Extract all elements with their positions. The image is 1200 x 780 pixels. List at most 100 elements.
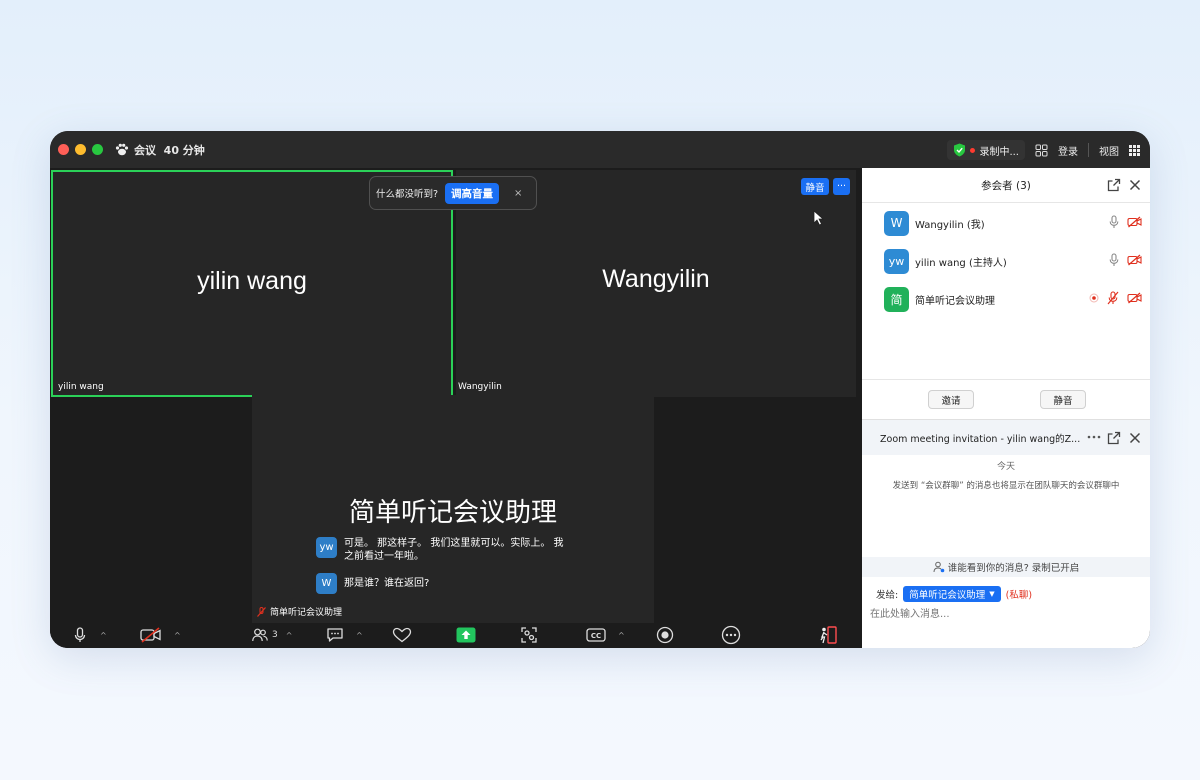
tile-mute-button[interactable]: 静音: [801, 178, 829, 195]
participants-title: 参会者 (3): [981, 179, 1031, 192]
participant-avatar: 简: [884, 286, 909, 312]
microphone-icon[interactable]: [74, 627, 86, 643]
heart-icon[interactable]: [392, 627, 412, 643]
meeting-toolbar: ^ ^ 3 ^ ^ CC ^: [50, 623, 862, 648]
closed-captions-icon[interactable]: CC: [586, 628, 606, 642]
send-to-row: 发给: 简单听记会议助理 ▼ (私聊): [876, 586, 1032, 602]
share-screen-control[interactable]: [456, 624, 476, 646]
chat-privacy-text: 谁能看到你的消息? 录制已开启: [947, 563, 1080, 574]
leave-meeting-icon[interactable]: [818, 626, 838, 644]
leave-control[interactable]: [818, 624, 838, 646]
microphone-icon[interactable]: [1109, 215, 1119, 229]
audio-control[interactable]: ^: [74, 624, 107, 646]
grid-view-icon[interactable]: [1129, 144, 1140, 156]
caret-up-icon[interactable]: ^: [356, 631, 363, 640]
chat-message-input[interactable]: [870, 604, 1140, 624]
participant-row[interactable]: 简 简单听记会议助理: [884, 286, 1142, 312]
video-off-icon[interactable]: [1127, 254, 1142, 266]
participants-control[interactable]: 3 ^: [252, 624, 292, 646]
tile-more-button[interactable]: ···: [833, 178, 850, 195]
increase-volume-button[interactable]: 调高音量: [445, 182, 500, 204]
apps-grid-icon[interactable]: [520, 626, 538, 644]
caret-up-icon[interactable]: ^: [286, 631, 293, 640]
video-off-icon[interactable]: [1127, 216, 1142, 228]
participant-row-wangyilin[interactable]: [884, 341, 1142, 367]
participant-row[interactable]: yw yilin wang (主持人): [884, 248, 1142, 274]
video-off-icon[interactable]: [1127, 292, 1142, 304]
chat-control[interactable]: ^: [326, 624, 363, 646]
muted-mic-icon: [257, 606, 266, 617]
video-control[interactable]: ^: [140, 624, 181, 646]
video-tile-assistant[interactable]: 简单听记会议助理 yw 可是。 那这样子。 我们这里就可以。实际上。 我 之前看…: [252, 395, 654, 623]
tooltip-close-button[interactable]: ×: [514, 188, 522, 199]
more-control[interactable]: [721, 624, 741, 646]
private-tag: (私聊): [1005, 590, 1033, 601]
chat-icon[interactable]: [326, 627, 344, 643]
caret-up-icon[interactable]: ^: [618, 631, 625, 640]
participant-avatar: yw: [884, 248, 909, 274]
recording-label: 录制中...: [979, 146, 1019, 158]
participants-header: 参会者 (3): [862, 168, 1150, 203]
chevron-down-icon: ▼: [989, 590, 995, 598]
muted-microphone-icon[interactable]: [1107, 291, 1119, 305]
more-icon[interactable]: [721, 625, 741, 645]
pop-out-icon[interactable]: [1107, 431, 1121, 445]
send-to-label: 发给:: [876, 590, 899, 601]
caret-up-icon[interactable]: ^: [100, 631, 107, 640]
tooltip-question: 什么都没听到?: [376, 189, 439, 200]
chat-note: 发送到 “会议群聊” 的消息也将显示在团队聊天的会议群聊中: [892, 481, 1120, 491]
close-window-button[interactable]: [58, 144, 69, 155]
audio-tooltip: 什么都没听到? 调高音量 ×: [369, 176, 537, 210]
microphone-icon[interactable]: [1109, 253, 1119, 267]
chat-date: 今天: [996, 462, 1015, 472]
chat-title: Zoom meeting invitation - yilin wang的Z..…: [880, 433, 1081, 445]
tile-display-name: 简单听记会议助理: [348, 497, 557, 527]
minimize-window-button[interactable]: [75, 144, 86, 155]
caption-avatar: W: [316, 573, 337, 594]
apps-control[interactable]: [520, 624, 538, 646]
svg-text:CC: CC: [591, 632, 601, 640]
caret-up-icon[interactable]: ^: [174, 631, 181, 640]
time-left: 40 分钟: [163, 144, 205, 157]
tile-name-label: yilin wang: [58, 382, 104, 392]
captions-control[interactable]: CC ^: [586, 624, 625, 646]
video-stage: yilin wang yilin wang Wangyilin Wangyili…: [50, 168, 862, 648]
participants-icon[interactable]: [252, 628, 268, 642]
close-icon[interactable]: [1128, 431, 1142, 445]
meeting-info-icon[interactable]: [114, 141, 130, 157]
more-icon[interactable]: [1087, 435, 1101, 439]
recipient-dropdown[interactable]: 简单听记会议助理 ▼: [903, 586, 1001, 602]
chat-header: Zoom meeting invitation - yilin wang的Z..…: [862, 419, 1150, 455]
invite-button[interactable]: 邀请: [928, 390, 974, 409]
caption-text: 那是谁？谁在返回?: [344, 578, 430, 589]
caption-text: 可是。 那这样子。 我们这里就可以。实际上。 我: [344, 538, 564, 549]
zoom-window-button[interactable]: [92, 144, 103, 155]
mouse-cursor-icon: [813, 210, 824, 226]
login-button[interactable]: 登录: [1058, 143, 1078, 158]
tile-name-label: 简单听记会议助理: [257, 605, 342, 618]
close-icon[interactable]: [1128, 178, 1142, 192]
participant-name: 简单听记会议助理: [915, 295, 995, 307]
video-off-icon[interactable]: [140, 627, 162, 643]
shield-check-icon: [954, 143, 966, 157]
pop-out-icon[interactable]: [1107, 178, 1121, 192]
caption-entry: yw 可是。 那这样子。 我们这里就可以。实际上。 我 之前看过一年啦。: [316, 537, 564, 563]
tile-display-name: yilin wang: [197, 267, 307, 295]
mute-all-button[interactable]: 静音: [1040, 390, 1086, 409]
participant-row[interactable]: W Wangyilin (我): [884, 210, 1142, 236]
meeting-title: 会议 40 分钟: [134, 142, 205, 158]
chat-privacy-notice[interactable]: 谁能看到你的消息? 录制已开启: [862, 557, 1150, 577]
view-button[interactable]: 视图: [1099, 143, 1119, 158]
reactions-control[interactable]: [392, 624, 412, 646]
record-control[interactable]: [656, 624, 674, 646]
recording-status-icon: [1089, 293, 1099, 303]
recording-indicator[interactable]: 录制中...: [947, 140, 1025, 160]
caption-avatar: yw: [316, 537, 337, 558]
record-icon[interactable]: [656, 626, 674, 644]
participants-count: 3: [272, 630, 278, 640]
apps-icon[interactable]: [1035, 144, 1048, 157]
participant-name: Wangyilin (我): [915, 219, 985, 231]
person-visibility-icon: [933, 561, 945, 573]
recording-dot-icon: [970, 147, 976, 153]
share-screen-icon[interactable]: [456, 627, 476, 643]
